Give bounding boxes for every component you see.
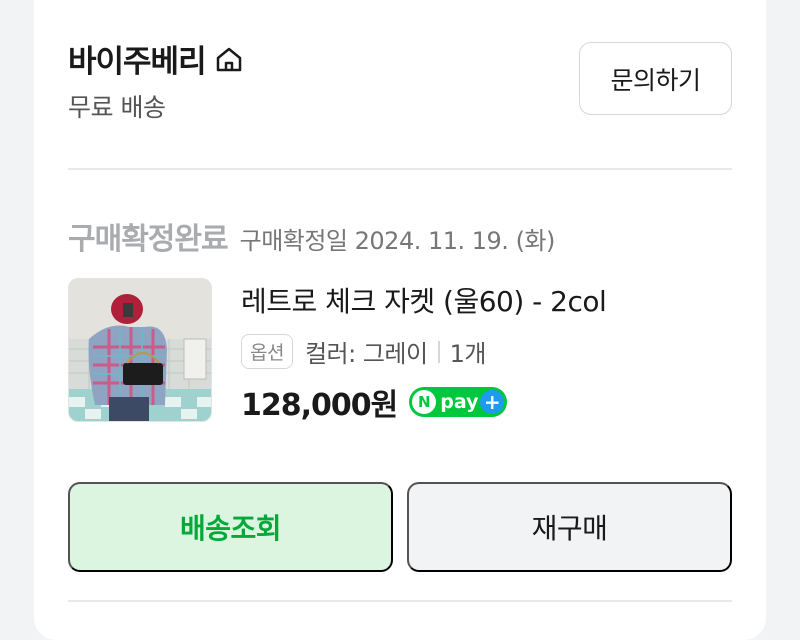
inquiry-button[interactable]: 문의하기	[579, 42, 732, 115]
npay-logo-n: N	[412, 390, 437, 414]
home-icon[interactable]	[214, 44, 244, 74]
option-badge: 옵션	[241, 334, 293, 369]
product-name[interactable]: 레트로 체크 자켓 (울60) - 2col	[241, 280, 607, 320]
option-separator	[437, 340, 440, 363]
product-thumbnail[interactable]	[68, 278, 212, 422]
option-row: 옵션 컬러: 그레이 1개	[241, 334, 486, 369]
price-row: 128,000원 N pay +	[241, 380, 508, 424]
order-status-row: 구매확정완료 구매확정일 2024. 11. 19. (화)	[68, 214, 555, 258]
quantity: 1개	[449, 340, 487, 368]
divider	[68, 168, 732, 170]
store-header[interactable]: 바이주베리	[68, 36, 244, 81]
npay-plus-badge: N pay +	[409, 387, 508, 417]
npay-logo-text: pay	[440, 391, 479, 413]
option-value: 컬러: 그레이	[304, 340, 428, 368]
rebuy-button[interactable]: 재구매	[407, 482, 732, 572]
shipping-info: 무료 배송	[68, 93, 166, 122]
confirm-date: 구매확정일 2024. 11. 19. (화)	[239, 227, 556, 255]
plus-icon: +	[480, 390, 505, 414]
store-name[interactable]: 바이주베리	[68, 36, 207, 81]
order-card: 바이주베리 무료 배송 문의하기 구매확정완료 구매확정일 2024. 11. …	[34, 0, 766, 640]
order-status: 구매확정완료	[68, 222, 229, 257]
track-shipment-button[interactable]: 배송조회	[68, 482, 393, 572]
price: 128,000원	[241, 388, 398, 423]
divider	[68, 600, 732, 602]
